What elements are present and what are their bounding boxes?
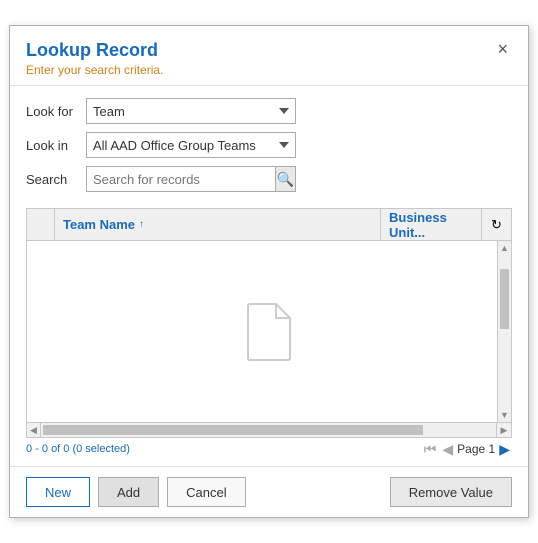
col-checkbox xyxy=(27,209,55,240)
hscroll-right[interactable]: ▶ xyxy=(497,423,511,437)
col-business-unit[interactable]: Business Unit... xyxy=(381,209,481,240)
grid-header: Team Name ↑ Business Unit... ↻ xyxy=(27,209,511,241)
first-page-button[interactable]: ⏮ xyxy=(422,442,439,456)
search-label: Search xyxy=(26,172,86,187)
look-in-row: Look in All AAD Office Group Teams xyxy=(26,132,512,158)
col-refresh[interactable]: ↻ xyxy=(481,209,511,240)
col-team-name-label: Team Name xyxy=(63,217,135,232)
refresh-icon: ↻ xyxy=(491,217,502,233)
dialog-header: Lookup Record Enter your search criteria… xyxy=(10,26,528,87)
header-text: Lookup Record Enter your search criteria… xyxy=(26,40,163,78)
look-in-select[interactable]: All AAD Office Group Teams xyxy=(86,132,296,158)
col-team-name[interactable]: Team Name ↑ xyxy=(55,209,381,240)
dialog-title: Lookup Record xyxy=(26,40,163,62)
next-page-button[interactable]: ▶ xyxy=(497,442,512,456)
look-for-row: Look for Team xyxy=(26,98,512,124)
new-button[interactable]: New xyxy=(26,477,90,507)
look-for-select[interactable]: Team xyxy=(86,98,296,124)
search-row: Search 🔍 xyxy=(26,166,512,192)
form-area: Look for Team Look in All AAD Office Gro… xyxy=(10,86,528,208)
results-grid: Team Name ↑ Business Unit... ↻ ▲ xyxy=(26,208,512,438)
search-button[interactable]: 🔍 xyxy=(275,167,295,191)
search-control: 🔍 xyxy=(86,166,512,192)
record-info-row: 0 - 0 of 0 (0 selected) ⏮ ◀ Page 1 ▶ xyxy=(10,438,528,460)
search-wrapper: 🔍 xyxy=(86,166,296,192)
search-input[interactable] xyxy=(87,167,275,191)
grid-body: ▲ ▼ xyxy=(27,241,511,422)
scrollbar-thumb xyxy=(500,269,509,329)
look-for-label: Look for xyxy=(26,104,86,119)
dialog-subtitle: Enter your search criteria. xyxy=(26,63,163,77)
remove-value-button[interactable]: Remove Value xyxy=(390,477,512,507)
empty-state-icon xyxy=(244,302,294,362)
lookup-dialog: Lookup Record Enter your search criteria… xyxy=(9,25,529,519)
sort-arrow-icon: ↑ xyxy=(139,219,144,230)
cancel-button[interactable]: Cancel xyxy=(167,477,245,507)
add-button[interactable]: Add xyxy=(98,477,159,507)
horizontal-scrollbar[interactable] xyxy=(41,423,497,437)
col-business-label: Business Unit... xyxy=(389,210,473,240)
hscroll-left[interactable]: ◀ xyxy=(27,423,41,437)
prev-page-button[interactable]: ◀ xyxy=(440,442,455,456)
grid-hscroll-row: ◀ ▶ xyxy=(27,422,511,437)
dialog-footer: New Add Cancel Remove Value xyxy=(10,466,528,517)
close-button[interactable]: × xyxy=(493,40,512,58)
look-for-control: Team xyxy=(86,98,512,124)
look-in-control: All AAD Office Group Teams xyxy=(86,132,512,158)
vertical-scrollbar[interactable]: ▲ ▼ xyxy=(497,241,511,422)
page-label: Page 1 xyxy=(457,442,495,456)
record-count: 0 - 0 of 0 (0 selected) xyxy=(26,443,130,455)
look-in-label: Look in xyxy=(26,138,86,153)
hscroll-thumb xyxy=(43,425,423,435)
pagination: ⏮ ◀ Page 1 ▶ xyxy=(422,442,512,456)
